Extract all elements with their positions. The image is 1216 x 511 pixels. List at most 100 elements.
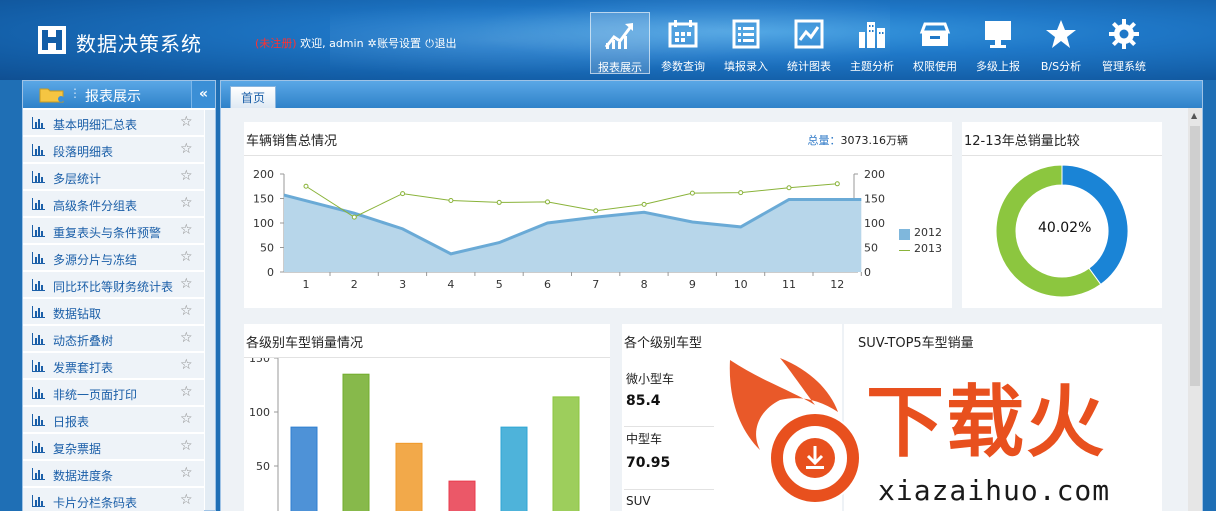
favorite-star-icon[interactable]: ☆ <box>180 303 193 319</box>
sales-panel: 车辆销售总情况 总量：3073.16万辆 0 0 50 50 100 100 150 150 2… <box>244 122 952 308</box>
bar-chart-icon <box>32 198 45 210</box>
calendar-icon <box>668 20 698 48</box>
sidebar-item-label: 多源分片与冻结 <box>53 253 138 267</box>
sidebar-item-label: 非统一页面打印 <box>53 388 138 402</box>
sidebar-item[interactable]: 卡片分栏条码表 ☆ <box>23 488 204 511</box>
tab-home[interactable]: 首页 <box>230 86 277 108</box>
sidebar-item[interactable]: 非统一页面打印 ☆ <box>23 380 204 406</box>
sidebar-item-label: 卡片分栏条码表 <box>53 496 138 510</box>
series-2013-point <box>496 199 502 205</box>
bar <box>395 442 423 511</box>
scroll-up-icon[interactable]: ▲ <box>1191 111 1197 120</box>
nav-label: 报表展示 <box>598 61 642 74</box>
nav-permission[interactable]: 权限使用 <box>905 12 965 74</box>
favorite-star-icon[interactable]: ☆ <box>180 465 193 481</box>
app-header: 数据决策系统 (未注册) 欢迎, admin ✲账号设置 ⏻退出 报表展示 参数… <box>0 0 1216 80</box>
x-tick-label: 7 <box>592 278 599 291</box>
bar-chart-icon <box>32 387 45 399</box>
favorite-star-icon[interactable]: ☆ <box>180 492 193 508</box>
bar <box>552 396 580 511</box>
power-icon: ⏻ <box>425 37 434 50</box>
sidebar-list: 基本明细汇总表 ☆ 段落明细表 ☆ 多层统计 ☆ 高级条件分组表 ☆ 重复表头与条件预警 ☆ 多源分… <box>23 110 204 511</box>
sidebar-item[interactable]: 同比环比等财务统计表 ☆ <box>23 272 204 298</box>
nav-report-display[interactable]: 报表展示 <box>590 12 650 74</box>
donut-center-label: 40.02% <box>1038 220 1092 236</box>
favorite-star-icon[interactable]: ☆ <box>180 438 193 454</box>
sales-chart: 0 050 50100 100150 150200 2001 2 3 4 5 6 7 8 9 10 11 12 <box>253 168 885 291</box>
y-tick-label: 200 <box>253 168 274 181</box>
gear-icon: ✲ <box>367 37 377 50</box>
sidebar-item-label: 发票套打表 <box>53 361 114 375</box>
sidebar-item[interactable]: 复杂票据 ☆ <box>23 434 204 460</box>
sidebar-item-label: 数据进度条 <box>53 469 114 483</box>
nav-bs-analysis[interactable]: B/S分析 <box>1031 12 1091 74</box>
panel-title: 各个级别车型 <box>624 336 703 351</box>
list-icon <box>732 19 760 49</box>
bar <box>290 426 318 511</box>
total-value: 3073.16万辆 <box>840 134 909 147</box>
legend-swatch <box>899 229 910 240</box>
watermark-domain: xiazaihuo.com <box>878 474 1111 507</box>
watermark-brand: 下载火 <box>866 378 1107 468</box>
series-2013-point <box>448 197 454 203</box>
sidebar-item[interactable]: 多层统计 ☆ <box>23 164 204 190</box>
tray-icon <box>919 22 951 46</box>
favorite-star-icon[interactable]: ☆ <box>180 114 193 130</box>
logout-link[interactable]: 退出 <box>435 37 457 50</box>
series-2013-point <box>351 214 357 220</box>
app-logo-icon <box>38 26 66 54</box>
sidebar-item[interactable]: 基本明细汇总表 ☆ <box>23 110 204 136</box>
nav-param-query[interactable]: 参数查询 <box>653 12 713 74</box>
favorite-star-icon[interactable]: ☆ <box>180 357 193 373</box>
account-settings-link[interactable]: 账号设置 <box>377 37 421 50</box>
series-2013-point <box>593 208 599 214</box>
sidebar-item[interactable]: 日报表 ☆ <box>23 407 204 433</box>
nav-management[interactable]: 管理系统 <box>1094 12 1154 74</box>
sidebar: ⋮ 报表展示 « 基本明细汇总表 ☆ 段落明细表 ☆ 多层统计 ☆ 高级条件分组表 ☆ 重复表头… <box>22 80 216 511</box>
nav-topic-analysis[interactable]: 主题分析 <box>842 12 902 74</box>
favorite-star-icon[interactable]: ☆ <box>180 330 193 346</box>
level-sales-panel: 各级别车型销量情况 50 100 150 <box>244 324 610 511</box>
favorite-star-icon[interactable]: ☆ <box>180 222 193 238</box>
panel-title: 各级别车型销量情况 <box>246 336 364 351</box>
sidebar-item[interactable]: 发票套打表 ☆ <box>23 353 204 379</box>
legend-line <box>899 250 910 251</box>
level-bar-chart: 50 100 150 <box>249 358 580 511</box>
favorite-star-icon[interactable]: ☆ <box>180 195 193 211</box>
sidebar-scrollbar[interactable] <box>205 110 215 510</box>
sidebar-item[interactable]: 数据钻取 ☆ <box>23 299 204 325</box>
series-2013-point <box>545 199 550 205</box>
sidebar-item[interactable]: 高级条件分组表 ☆ <box>23 191 204 217</box>
nav-multi-report[interactable]: 多级上报 <box>968 12 1028 74</box>
nav-stat-charts[interactable]: 统计图表 <box>779 12 839 74</box>
sidebar-item[interactable]: 数据进度条 ☆ <box>23 461 204 487</box>
folder-icon <box>39 88 64 103</box>
sidebar-item[interactable]: 动态折叠树 ☆ <box>23 326 204 352</box>
app-title: 数据决策系统 <box>76 32 202 56</box>
favorite-star-icon[interactable]: ☆ <box>180 249 193 265</box>
bar-chart-icon <box>32 144 45 156</box>
y-tick-label: 0 <box>267 266 274 279</box>
unregistered-label: (未注册) <box>255 37 297 50</box>
kpi-name: 微小型车 <box>626 372 675 386</box>
favorite-star-icon[interactable]: ☆ <box>180 411 193 427</box>
favorite-star-icon[interactable]: ☆ <box>180 384 193 400</box>
user-bar: (未注册) 欢迎, admin ✲账号设置 ⏻退出 <box>255 35 457 51</box>
scroll-thumb[interactable] <box>1190 126 1200 386</box>
sidebar-item[interactable]: 段落明细表 ☆ <box>23 137 204 163</box>
kpi-value: 70.95 <box>626 455 671 471</box>
series-2013-point <box>641 201 647 207</box>
favorite-star-icon[interactable]: ☆ <box>180 141 193 157</box>
sidebar-item[interactable]: 重复表头与条件预警 ☆ <box>23 218 204 244</box>
favorite-star-icon[interactable]: ☆ <box>180 276 193 292</box>
series-2013-line <box>305 183 838 218</box>
sidebar-item[interactable]: 多源分片与冻结 ☆ <box>23 245 204 271</box>
favorite-star-icon[interactable]: ☆ <box>180 168 193 184</box>
sales-total: 总量：3073.16万辆 <box>808 132 909 148</box>
x-tick-label: 11 <box>782 278 796 291</box>
drag-handle-icon: ⋮ <box>69 86 81 100</box>
nav-fill-entry[interactable]: 填报录入 <box>716 12 776 74</box>
y-tick-label: 50 <box>256 460 270 473</box>
sidebar-collapse-button[interactable]: « <box>191 81 215 108</box>
nav-label: 统计图表 <box>787 60 831 73</box>
